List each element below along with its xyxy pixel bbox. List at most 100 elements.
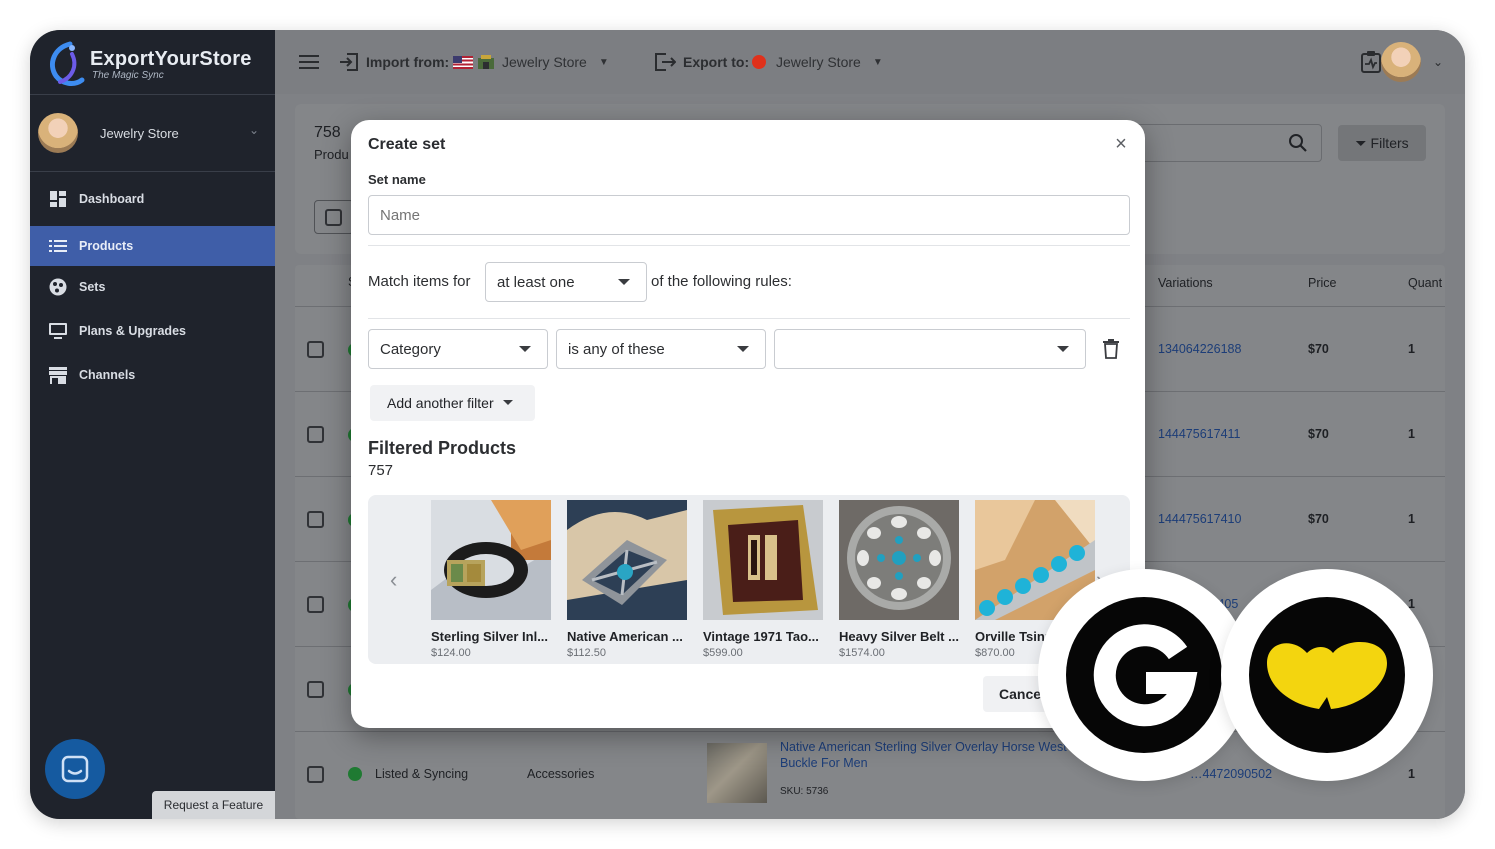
search-icon[interactable] — [1288, 133, 1308, 153]
price-cell: $70 — [1308, 427, 1329, 441]
sets-icon — [47, 276, 69, 298]
row-checkbox[interactable] — [307, 596, 324, 613]
row-checkbox[interactable] — [307, 511, 324, 528]
match-prefix-label: Match items for — [368, 273, 471, 290]
variation-link[interactable]: 144475617410 — [1158, 512, 1241, 526]
product-image — [567, 500, 687, 620]
product-card[interactable]: Vintage 1971 Tao... $599.00 — [703, 500, 823, 659]
caret-down-icon — [1057, 346, 1069, 352]
store-name: Jewelry Store — [100, 126, 179, 141]
close-icon[interactable]: × — [1111, 133, 1131, 155]
filters-button[interactable]: ⏷ Filters — [1338, 125, 1426, 161]
quantity-cell: 1 — [1408, 512, 1415, 526]
sidebar-item-label: Sets — [79, 280, 106, 294]
sidebar: ExportYourStore The Magic Sync Jewelry S… — [30, 30, 275, 819]
chevron-down-icon[interactable]: ⌄ — [1433, 55, 1443, 69]
column-header-price: Price — [1308, 276, 1337, 290]
export-label: Export to: — [683, 54, 750, 70]
caret-down-icon — [618, 279, 630, 285]
row-checkbox[interactable] — [307, 681, 324, 698]
brand-tagline: The Magic Sync — [92, 70, 164, 81]
sidebar-item-label: Products — [79, 239, 134, 253]
set-name-input[interactable] — [368, 195, 1130, 235]
w-heart-logo-icon — [1249, 597, 1405, 753]
avatar — [38, 113, 78, 153]
brand-logo[interactable]: ExportYourStore The Magic Sync — [42, 38, 267, 94]
sidebar-item-plans[interactable]: Plans & Upgrades — [30, 311, 275, 351]
row-checkbox[interactable] — [307, 341, 324, 358]
top-bar: Import from: Jewelry Store ▼ Export to: … — [275, 30, 1465, 94]
variation-link[interactable]: …4472090502 — [1190, 767, 1272, 781]
google-shopping-logo — [1038, 569, 1250, 781]
user-avatar[interactable] — [1381, 42, 1421, 82]
store-switcher[interactable]: Jewelry Store ⌄ — [30, 95, 275, 171]
select-all-checkbox[interactable] — [325, 209, 342, 226]
sidebar-item-dashboard[interactable]: Dashboard — [30, 179, 275, 219]
caret-down-icon — [737, 346, 749, 352]
caret-down-icon: ▼ — [872, 56, 883, 68]
match-mode-value: at least one — [497, 273, 575, 291]
variation-link[interactable]: 144475617411 — [1158, 427, 1241, 441]
sidebar-item-products[interactable]: Products — [30, 226, 275, 266]
chat-launcher-button[interactable] — [45, 739, 105, 799]
store-source-icon — [477, 30, 495, 94]
chevron-down-icon: ⌄ — [249, 123, 260, 137]
quantity-cell: 1 — [1408, 767, 1415, 781]
column-header-variations: Variations — [1158, 276, 1213, 290]
product-title-link[interactable]: Buckle For Men — [780, 756, 868, 770]
filter-field-value: Category — [380, 340, 441, 358]
product-carousel: ‹ Sterling Silver Inl... $124.00 Native … — [368, 495, 1130, 664]
add-filter-button[interactable]: Add another filter — [370, 385, 535, 421]
filter-operator-select[interactable]: is any of these — [556, 329, 766, 369]
sidebar-item-label: Plans & Upgrades — [79, 324, 186, 338]
monitor-icon — [47, 320, 69, 342]
filter-icon: ⏷ — [1355, 134, 1367, 151]
import-store-select[interactable]: Jewelry Store ▼ — [502, 30, 609, 94]
status-dot — [348, 767, 362, 781]
request-feature-button[interactable]: Request a Feature — [152, 791, 275, 819]
product-card[interactable]: Native American ... $112.50 — [567, 500, 687, 659]
row-checkbox[interactable] — [307, 426, 324, 443]
product-count: 758 — [314, 124, 341, 141]
dialog-title: Create set — [368, 136, 446, 153]
sidebar-item-channels[interactable]: Channels — [30, 355, 275, 395]
product-thumbnail[interactable] — [707, 743, 767, 803]
product-name: Heavy Silver Belt ... — [839, 629, 959, 644]
sidebar-item-label: Channels — [79, 368, 136, 382]
filter-field-select[interactable]: Category — [368, 329, 548, 369]
chat-icon — [61, 755, 89, 783]
product-card[interactable]: Heavy Silver Belt ... $1574.00 — [839, 500, 959, 659]
category-cell: Accessories — [527, 767, 595, 781]
product-name: Sterling Silver Inl... — [431, 629, 549, 644]
match-suffix-label: of the following rules: — [651, 273, 792, 290]
caret-down-icon: ▼ — [598, 56, 609, 68]
variation-link[interactable]: 134064226188 — [1158, 342, 1241, 356]
price-cell: $70 — [1308, 512, 1329, 526]
product-price: $112.50 — [567, 647, 606, 659]
divider — [368, 245, 1130, 246]
hamburger-menu-icon[interactable] — [299, 30, 319, 94]
sidebar-item-sets[interactable]: Sets — [30, 267, 275, 307]
caret-down-icon — [519, 346, 531, 352]
import-label: Import from: — [366, 54, 450, 70]
product-title-link[interactable]: Native American Sterling Silver Overlay … — [780, 740, 1067, 754]
column-header-quantity: Quant — [1408, 276, 1443, 290]
product-card[interactable]: Sterling Silver Inl... $124.00 — [431, 500, 551, 659]
filter-operator-value: is any of these — [568, 340, 665, 358]
export-store-name: Jewelry Store — [776, 54, 861, 70]
filtered-products-title: Filtered Products — [368, 438, 517, 458]
product-name: Native American ... — [567, 629, 683, 644]
row-checkbox[interactable] — [307, 766, 324, 783]
divider — [30, 171, 275, 172]
list-icon — [47, 235, 69, 257]
divider — [368, 318, 1130, 319]
activity-report-icon[interactable] — [1361, 30, 1381, 94]
filters-label: Filters — [1370, 135, 1409, 151]
export-store-select[interactable]: Jewelry Store ▼ — [776, 30, 883, 94]
chevron-left-icon[interactable]: ‹ — [390, 567, 397, 593]
product-count-label: Produ — [314, 147, 349, 162]
trash-icon[interactable] — [1103, 339, 1119, 359]
match-mode-select[interactable]: at least one — [485, 262, 647, 302]
sidebar-item-label: Dashboard — [79, 192, 145, 206]
filter-value-select[interactable] — [774, 329, 1086, 369]
